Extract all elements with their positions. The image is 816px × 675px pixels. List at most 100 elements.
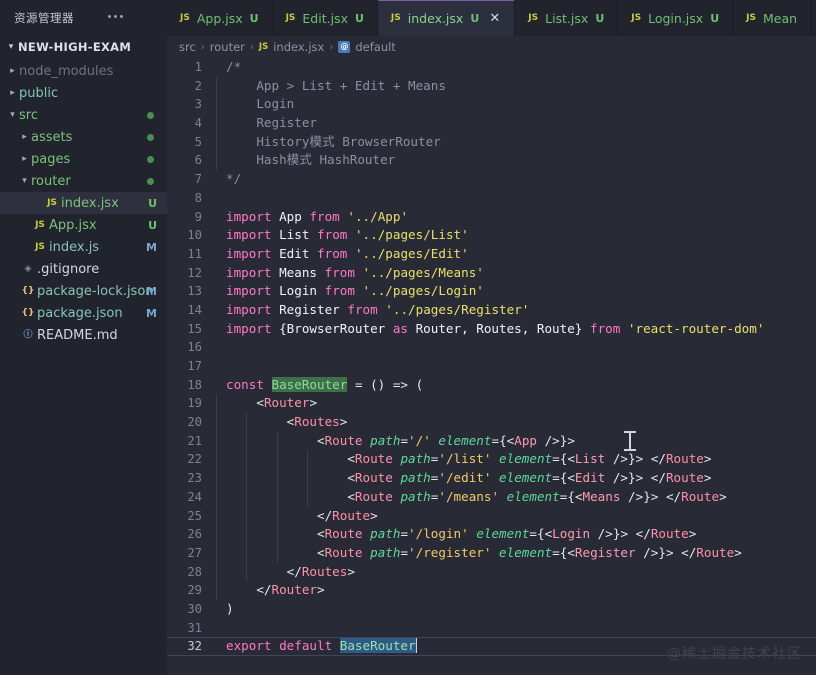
code-line[interactable]: 27 <Route path='/register' element={<Reg…: [167, 543, 816, 563]
code-line[interactable]: 5 History模式 BrowserRouter: [167, 132, 816, 152]
code-line[interactable]: 12 import Means from '../pages/Means': [167, 264, 816, 283]
tree-folder-router[interactable]: ▾ router: [0, 170, 167, 192]
tab-label: Login.jsx: [648, 10, 704, 26]
tab-git-badge: U: [710, 11, 720, 25]
code-line[interactable]: 28 </Routes>: [167, 562, 816, 582]
git-status-dot-icon: [147, 133, 154, 141]
indent-guide: [216, 431, 217, 451]
code-line[interactable]: 10 import List from '../pages/List': [167, 226, 816, 245]
indent-guide: [216, 506, 217, 526]
code-line[interactable]: 2 App > List + Edit + Means: [167, 76, 816, 96]
code-line[interactable]: 17: [167, 357, 816, 376]
code-line[interactable]: 32 export default BaseRouter: [167, 637, 816, 656]
line-number: 3: [194, 97, 202, 112]
close-icon[interactable]: ✕: [488, 12, 501, 25]
editor-tab-index-jsx[interactable]: JS index.jsx U ✕: [377, 0, 516, 36]
line-number: 16: [187, 340, 202, 355]
code-line[interactable]: 18 const BaseRouter = () => (: [167, 376, 816, 395]
code-line[interactable]: 25 </Route>: [167, 506, 816, 526]
tree-item-label: router: [31, 173, 71, 189]
tree-folder-assets[interactable]: ▸ assets: [0, 126, 167, 148]
git-status-badge: M: [146, 284, 157, 298]
tree-file--gitignore[interactable]: ◈ .gitignore: [0, 258, 167, 280]
ellipsis-icon[interactable]: [108, 15, 123, 18]
code-line[interactable]: 4 Register: [167, 114, 816, 133]
indent-guide: [216, 543, 217, 563]
code-text: </Routes>: [215, 562, 816, 582]
code-line[interactable]: 19 <Router>: [167, 394, 816, 414]
chevron-right-icon: ›: [200, 41, 205, 53]
code-line[interactable]: 16: [167, 338, 816, 357]
line-number: 8: [194, 190, 202, 205]
workspace-root-row[interactable]: ▾ NEW-HIGH-EXAM: [0, 36, 167, 58]
code-text: import Register from '../pages/Register': [226, 301, 530, 317]
indent-guide: [216, 562, 217, 582]
breadcrumb-symbol[interactable]: default: [355, 40, 395, 54]
tree-item-label: .gitignore: [37, 261, 100, 277]
code-text: <Route path='/' element={<App />}>: [215, 431, 816, 451]
indent-guide: [216, 469, 217, 488]
tree-item-label: assets: [31, 129, 73, 145]
indent-guide: [216, 525, 217, 544]
code-line[interactable]: 22 <Route path='/list' element={<List />…: [167, 450, 816, 470]
editor-tab-list-jsx[interactable]: JS List.jsx U: [515, 0, 619, 36]
code-text: History模式 BrowserRouter: [215, 132, 816, 152]
code-line[interactable]: 23 <Route path='/edit' element={<Edit />…: [167, 469, 816, 488]
code-line[interactable]: 13 import Login from '../pages/Login': [167, 282, 816, 301]
indent-guide: [276, 469, 278, 488]
git-status-dot-icon: [147, 155, 154, 163]
code-line[interactable]: 8: [167, 189, 816, 208]
code-line[interactable]: 15 import {BrowserRouter as Router, Route…: [167, 320, 816, 339]
breadcrumb-src[interactable]: src: [179, 40, 196, 54]
code-line[interactable]: 14 import Register from '../pages/Registe…: [167, 301, 816, 320]
breadcrumb-file[interactable]: index.jsx: [273, 40, 324, 54]
code-text: import Edit from '../pages/Edit': [226, 245, 469, 261]
tree-item-label: package.json: [37, 305, 123, 321]
editor-tab-mean[interactable]: JS Mean: [733, 0, 812, 36]
indent-guide: [246, 562, 248, 582]
line-number: 2: [194, 78, 202, 93]
tree-file-app-jsx[interactable]: JS App.jsx U: [0, 214, 167, 236]
tree-folder-node-modules[interactable]: ▸ node_modules: [0, 60, 167, 82]
code-text: App > List + Edit + Means: [215, 76, 816, 96]
code-line[interactable]: 6 Hash模式 HashRouter: [167, 151, 816, 171]
editor-tab-app-jsx[interactable]: JS App.jsx U: [167, 0, 273, 36]
tree-file-index-js[interactable]: JS index.js M: [0, 236, 167, 258]
tree-file-index-jsx[interactable]: JS index.jsx U: [0, 192, 167, 214]
code-line[interactable]: 20 <Routes>: [167, 413, 816, 432]
code-line[interactable]: 31: [167, 619, 816, 638]
tree-item-label: index.js: [49, 239, 100, 255]
editor-tab-login-jsx[interactable]: JS Login.jsx U: [618, 0, 734, 36]
code-line[interactable]: 21 <Route path='/' element={<App />}>: [167, 431, 816, 451]
tree-folder-public[interactable]: ▸ public: [0, 82, 167, 104]
code-line[interactable]: 9 import App from '../App': [167, 208, 816, 227]
code-line[interactable]: 26 <Route path='/login' element={<Login …: [167, 525, 816, 544]
line-number: 14: [187, 302, 202, 317]
tree-item-label: node_modules: [19, 63, 114, 79]
code-line[interactable]: 29 </Router>: [167, 581, 816, 600]
tree-file-readme-md[interactable]: ⓘ README.md: [0, 324, 167, 346]
tree-folder-pages[interactable]: ▸ pages: [0, 148, 167, 170]
code-line[interactable]: 1 /*: [167, 58, 816, 77]
code-text: <Route path='/list' element={<List />}> …: [215, 450, 816, 470]
code-line[interactable]: 7 */: [167, 170, 816, 189]
js-file-icon: JS: [35, 241, 45, 252]
breadcrumb-router[interactable]: router: [210, 40, 245, 54]
code-line[interactable]: 24 <Route path='/means' element={<Means …: [167, 487, 816, 507]
code-text: Hash模式 HashRouter: [215, 151, 816, 171]
indent-guide: [276, 543, 278, 563]
code-text: <Routes>: [215, 413, 816, 432]
tree-file-package-json[interactable]: {} package.json M: [0, 302, 167, 324]
indent-guide: [307, 450, 309, 470]
indent-guide: [246, 487, 248, 507]
code-editor[interactable]: 1/* 2 App > List + Edit + Means 3 Login 4 R…: [167, 58, 816, 675]
info-file-icon: ⓘ: [23, 329, 33, 340]
code-lines[interactable]: 1/* 2 App > List + Edit + Means 3 Login 4 R…: [167, 58, 816, 675]
editor-tab-edit-jsx[interactable]: JS Edit.jsx U: [272, 0, 378, 36]
tree-file-package-lock-json[interactable]: {} package-lock.json M: [0, 280, 167, 302]
line-number: 22: [187, 452, 202, 467]
code-line[interactable]: 11 import Edit from '../pages/Edit': [167, 245, 816, 264]
code-line[interactable]: 3 Login: [167, 95, 816, 115]
code-line[interactable]: 30): [167, 600, 816, 619]
tree-folder-src[interactable]: ▾ src: [0, 104, 167, 126]
